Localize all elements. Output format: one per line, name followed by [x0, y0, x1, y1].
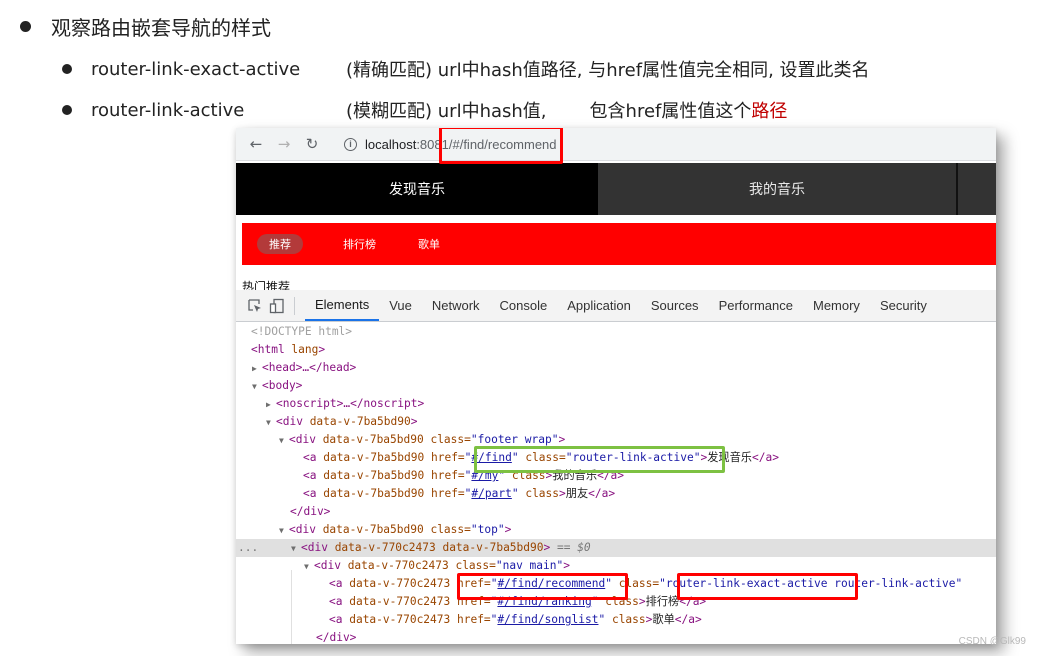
top-nav-my[interactable]: 我的音乐 — [598, 163, 958, 215]
forward-arrow-icon[interactable]: → — [270, 135, 298, 153]
bullet-desc-b: 包含href属性值这个 — [589, 101, 752, 122]
indent-guide — [291, 570, 292, 644]
bullet-desc-a: (模糊匹配) url中hash值, — [346, 101, 547, 122]
collapse-triangle-icon[interactable]: ▼ — [291, 540, 301, 558]
sub-nav-ranking[interactable]: 排行榜 — [343, 234, 376, 254]
href-link[interactable]: #/find/songlist — [497, 613, 598, 626]
inspect-element-icon[interactable] — [244, 296, 266, 316]
collapse-triangle-icon[interactable]: ▼ — [252, 378, 262, 396]
tab-sources[interactable]: Sources — [641, 290, 709, 321]
bullet-exact-active: router-link-exact-active (精确匹配) url中hash… — [62, 54, 870, 84]
dom-link-part[interactable]: <a data-v-7ba5bd90 href="#/part" class>朋… — [236, 485, 996, 503]
bullet-desc-red: 路径 — [751, 101, 788, 122]
divider — [294, 296, 295, 315]
tab-performance[interactable]: Performance — [709, 290, 803, 321]
dom-link-songlist[interactable]: <a data-v-770c2473 href="#/find/songlist… — [236, 611, 996, 629]
tab-security[interactable]: Security — [870, 290, 937, 321]
tab-memory[interactable]: Memory — [803, 290, 870, 321]
dom-body[interactable]: ▼ <body> — [236, 377, 996, 395]
tab-network[interactable]: Network — [422, 290, 490, 321]
top-nav-find[interactable]: 发现音乐 — [236, 163, 598, 215]
collapse-triangle-icon[interactable]: ▼ — [266, 414, 276, 432]
bullet-desc: (精确匹配) url中hash值路径, 与href属性值完全相同, 设置此类名 — [346, 60, 870, 81]
more-options-icon[interactable]: ... — [238, 539, 258, 557]
dom-doctype[interactable]: <!DOCTYPE html> — [236, 323, 996, 341]
slide-heading: 观察路由嵌套导航的样式 — [20, 8, 271, 44]
dom-html[interactable]: <html lang> — [236, 341, 996, 359]
bullet-dot — [62, 64, 72, 74]
tab-application[interactable]: Application — [557, 290, 641, 321]
collapse-triangle-icon[interactable]: ▼ — [279, 432, 289, 450]
bullet-dot — [20, 20, 31, 32]
dom-head[interactable]: ▶ <head>…</head> — [236, 359, 996, 377]
browser-screenshot: ← → ↻ i localhost:8081/#/find/recommend … — [236, 128, 996, 644]
body-tag: <body> — [262, 379, 303, 392]
app-top-nav: 发现音乐 我的音乐 — [236, 163, 996, 215]
tab-vue[interactable]: Vue — [379, 290, 422, 321]
bullet-active: router-link-active (模糊匹配) url中hash值, 包含h… — [62, 95, 787, 125]
tab-elements[interactable]: Elements — [305, 290, 380, 321]
dom-div-close-2[interactable]: </div> — [236, 629, 996, 644]
url-host: localhost — [365, 136, 417, 152]
recommend-href-highlight — [457, 573, 628, 600]
info-icon[interactable]: i — [344, 137, 357, 151]
dom-selected-node[interactable]: ... ▼ <div data-v-770c2473 data-v-7ba5bd9… — [236, 539, 996, 557]
expand-triangle-icon[interactable]: ▶ — [252, 360, 262, 378]
sub-nav-recommend[interactable]: 推荐 — [257, 234, 303, 254]
noscript-tag: <noscript>…</noscript> — [276, 397, 425, 410]
reload-icon[interactable]: ↻ — [298, 135, 326, 153]
slide-heading-text: 观察路由嵌套导航的样式 — [51, 15, 271, 40]
head-tag: <head>…</head> — [262, 361, 357, 374]
url-path-highlight — [439, 128, 563, 164]
sub-nav-songlist[interactable]: 歌单 — [418, 234, 440, 254]
dom-div-root[interactable]: ▼ <div data-v-7ba5bd90> — [236, 413, 996, 431]
exact-active-class-highlight — [677, 573, 858, 600]
dom-noscript[interactable]: ▶ <noscript>…</noscript> — [236, 395, 996, 413]
href-link[interactable]: #/part — [471, 487, 511, 500]
bullet-term: router-link-active — [91, 99, 245, 121]
doctype-text: <!DOCTYPE html> — [251, 325, 353, 338]
bullet-dot — [62, 105, 72, 115]
devtools-tabbar: Elements Vue Network Console Application… — [236, 290, 996, 322]
dom-div-close[interactable]: </div> — [236, 503, 996, 521]
browser-toolbar: ← → ↻ i localhost:8081/#/find/recommend — [236, 128, 996, 161]
expand-triangle-icon[interactable]: ▶ — [266, 396, 276, 414]
find-link-highlight — [474, 446, 725, 473]
tab-console[interactable]: Console — [490, 290, 558, 321]
watermark: CSDN @Glk99 — [958, 636, 1026, 647]
device-toolbar-icon[interactable] — [266, 296, 288, 316]
dom-div-top[interactable]: ▼ <div data-v-7ba5bd90 class="top"> — [236, 521, 996, 539]
bullet-term: router-link-exact-active — [91, 58, 301, 80]
back-arrow-icon[interactable]: ← — [242, 135, 270, 153]
app-sub-nav: 推荐 排行榜 歌单 — [242, 223, 996, 265]
collapse-triangle-icon[interactable]: ▼ — [304, 558, 314, 576]
collapse-triangle-icon[interactable]: ▼ — [279, 522, 289, 540]
